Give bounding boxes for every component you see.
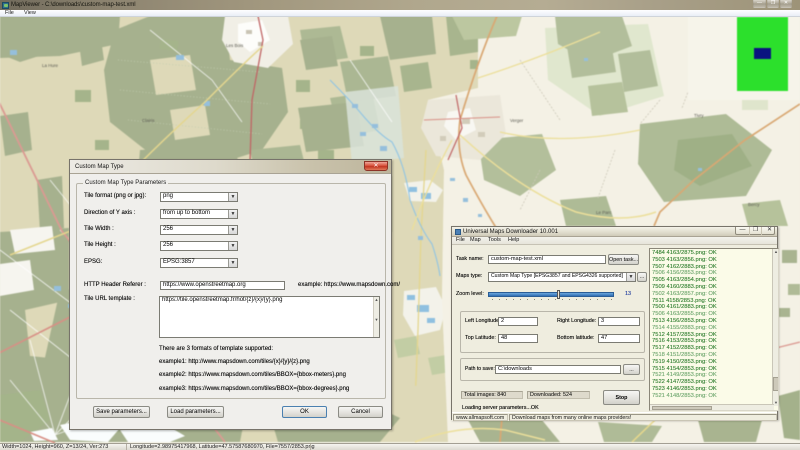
svg-text:Le Parc: Le Parc: [596, 210, 612, 215]
svg-text:Clairis: Clairis: [142, 118, 155, 123]
svg-text:Les Bois: Les Bois: [226, 43, 244, 48]
svg-text:Bercy: Bercy: [748, 202, 760, 207]
svg-text:Tivry: Tivry: [694, 113, 704, 118]
svg-text:Verger: Verger: [510, 118, 524, 123]
svg-text:La Hure: La Hure: [42, 63, 59, 68]
